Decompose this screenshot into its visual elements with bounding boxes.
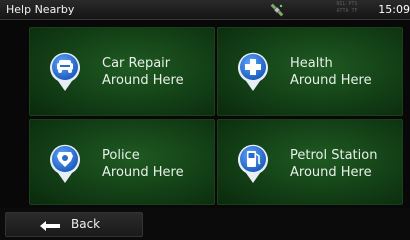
clock: 15:09: [378, 3, 410, 16]
tile-label: Petrol Station Around Here: [290, 147, 377, 181]
speed-limit-readout: NIL PTS ATTA TF: [336, 1, 358, 14]
screen: Help Nearby NIL PTS ATTA TF 15:09 Car Re…: [0, 0, 410, 240]
tile-label-line1: Car Repair: [102, 56, 171, 71]
car-repair-icon: [50, 52, 80, 91]
tile-label-line1: Health: [290, 56, 333, 71]
back-label: Back: [71, 217, 101, 231]
tile-label-line2: Around Here: [102, 73, 184, 88]
satellite-icon: [270, 3, 284, 17]
tile-label-line1: Petrol Station: [290, 148, 378, 163]
tile-label-line2: Around Here: [290, 165, 372, 180]
police-badge-icon: [50, 144, 80, 183]
arrow-left-icon: [40, 221, 60, 231]
police-button[interactable]: Police Around Here: [29, 119, 215, 205]
status-bar: Help Nearby NIL PTS ATTA TF 15:09: [0, 0, 410, 20]
tile-label-line1: Police: [102, 148, 140, 163]
bottom-bar: Back: [0, 208, 410, 240]
car-repair-button[interactable]: Car Repair Around Here: [29, 27, 215, 116]
health-button[interactable]: Health Around Here: [217, 27, 403, 116]
help-nearby-grid: Car Repair Around Here Health Around Her…: [0, 20, 410, 208]
tile-label-line2: Around Here: [290, 73, 372, 88]
petrol-station-button[interactable]: Petrol Station Around Here: [217, 119, 403, 205]
tile-label-line2: Around Here: [102, 165, 184, 180]
health-cross-icon: [238, 52, 268, 91]
tile-label: Police Around Here: [102, 147, 184, 181]
fuel-pump-icon: [238, 144, 268, 183]
screen-title: Help Nearby: [6, 3, 75, 16]
tile-label: Health Around Here: [290, 55, 372, 89]
back-button[interactable]: Back: [5, 212, 143, 237]
tile-label: Car Repair Around Here: [102, 55, 184, 89]
